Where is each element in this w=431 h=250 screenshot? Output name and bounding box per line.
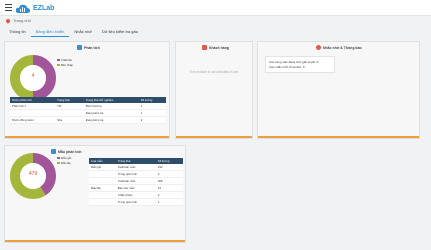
top-bar: EZLab bbox=[0, 0, 431, 16]
legend-published: Xuất bản bbox=[61, 58, 73, 62]
analysis-title: Phân tích bbox=[77, 45, 100, 50]
legend-taken: Mẫu lấy bbox=[61, 161, 71, 165]
sample-legend: Mẫu gửi Mẫu lấy bbox=[57, 156, 71, 166]
table-row[interactable]: Nhóm đông dược Nhẹ Đang kiểm tra 2 bbox=[10, 116, 166, 124]
analysis-panel: Phân tích 4 Xuất bản Bản nháp Nhóm phân … bbox=[4, 41, 170, 139]
analysis-table: Nhóm phân tích Trạng thái Trạng thái thử… bbox=[10, 97, 166, 124]
table-row[interactable]: Chấp thuận 2 bbox=[89, 191, 183, 199]
tab-info[interactable]: Thông tin bbox=[4, 27, 31, 37]
table-row[interactable]: Mẫu lấy Báo cáo mẫu 13 bbox=[89, 184, 183, 192]
cloud-logo-icon bbox=[15, 4, 30, 13]
customers-title-text: Khách hàng bbox=[209, 45, 230, 50]
hamburger-menu-icon[interactable] bbox=[5, 4, 12, 11]
tab-reminders[interactable]: Nhắc nhở bbox=[69, 27, 97, 37]
analysis-title-text: Phân tích bbox=[84, 45, 100, 50]
customers-title: Khách hàng bbox=[202, 45, 229, 50]
breadcrumb-home[interactable]: Trang chủ bbox=[13, 18, 31, 23]
unread-reminders-item[interactable]: Các nhắc nhở chưa đọc: 0 bbox=[269, 65, 331, 69]
pending-tasks-item[interactable]: Các công việc đang chờ giải quyết: 0 bbox=[269, 60, 331, 64]
sample-table: Loại mẫu Trạng thái Số lượng Mẫu gửi Xuất… bbox=[89, 158, 183, 206]
brand-name: EZLab bbox=[33, 4, 55, 12]
legend-draft: Bản nháp bbox=[61, 63, 73, 67]
reminders-title: Nhắc nhở & Thông báo bbox=[316, 45, 362, 50]
alert-icon bbox=[316, 45, 321, 50]
tab-bar: Thông tin Bảng điều khiển Nhắc nhở Dữ li… bbox=[0, 27, 431, 37]
analysis-center-value: 4 bbox=[31, 73, 35, 79]
app-logo[interactable]: EZLab bbox=[15, 2, 54, 14]
breadcrumb: Trang chủ bbox=[5, 17, 31, 24]
reminders-list: Các công việc đang chờ giải quyết: 0 Các… bbox=[265, 56, 335, 73]
table-row[interactable]: Trong quá trình 1 bbox=[89, 198, 183, 206]
sample-panel: Mẫu phân tích 479 Mẫu gửi Mẫu lấy Loại m… bbox=[4, 145, 186, 243]
location-pin-icon bbox=[5, 17, 11, 24]
customer-icon bbox=[202, 45, 207, 50]
analysis-legend: Xuất bản Bản nháp bbox=[57, 58, 73, 68]
legend-sent: Mẫu gửi bbox=[61, 156, 72, 160]
table-row[interactable]: Trong quá trình 3 bbox=[89, 170, 183, 178]
module-inactive-message: This module is not activated in use bbox=[189, 70, 239, 74]
tab-dashboard[interactable]: Bảng điều khiển bbox=[30, 27, 70, 37]
sample-title-text: Mẫu phân tích bbox=[58, 149, 82, 154]
analysis-icon bbox=[77, 45, 82, 50]
reminders-title-text: Nhắc nhở & Thông báo bbox=[323, 45, 362, 50]
tab-test-data[interactable]: Dữ liệu kiểm tra gấu bbox=[97, 27, 143, 37]
sample-center-value: 479 bbox=[28, 171, 38, 177]
table-row[interactable]: Đang kiểm tra 1 bbox=[10, 109, 166, 117]
table-row[interactable]: Xuất bản mẫu 268 bbox=[89, 177, 183, 185]
customers-panel: Khách hàng This module is not activated … bbox=[175, 41, 253, 139]
